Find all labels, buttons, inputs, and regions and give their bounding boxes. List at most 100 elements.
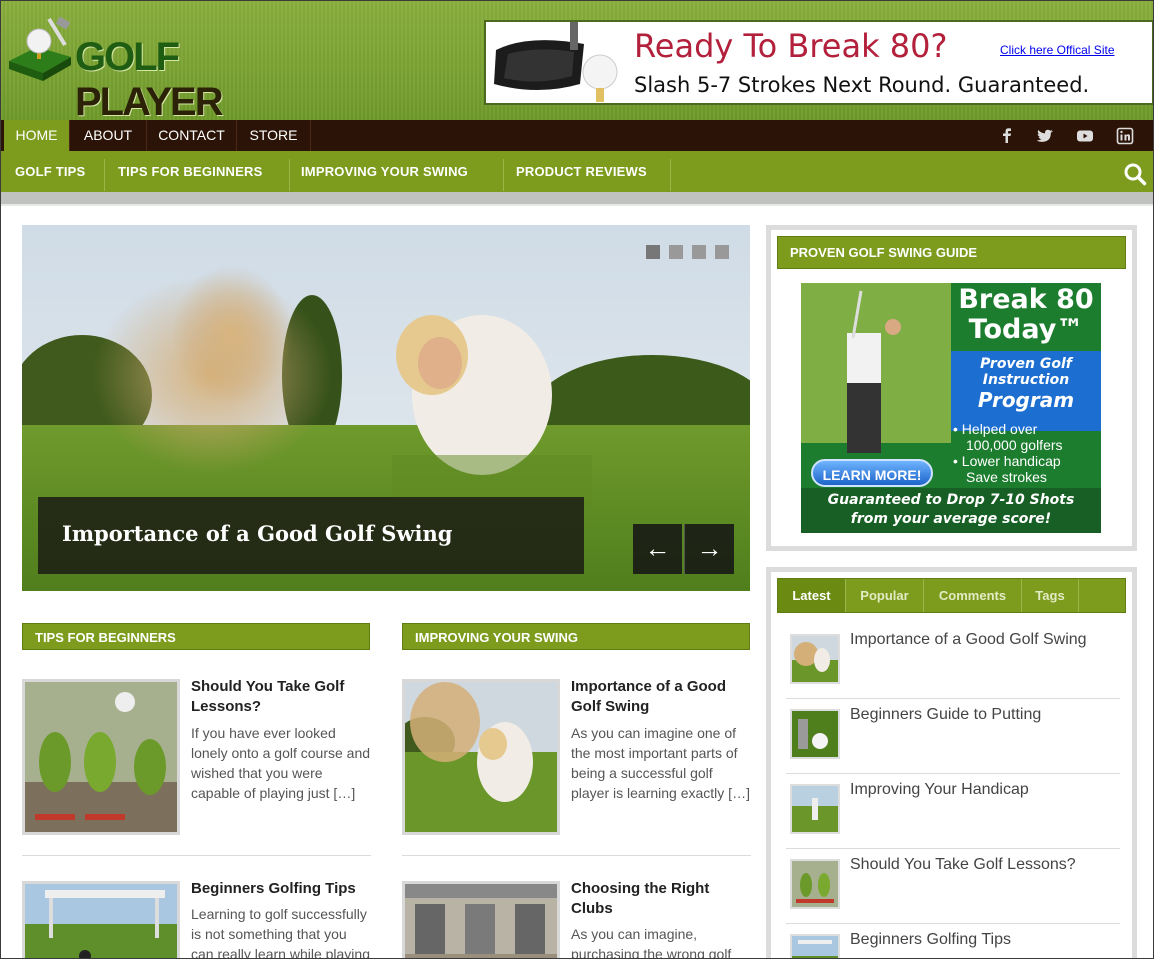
post-excerpt-golf-lessons: If you have ever looked lonely onto a go… [191,725,371,801]
latest-divider [786,773,1120,774]
catnav-tips-for-beginners[interactable]: TIPS FOR BEGINNERS [118,151,262,192]
frogs-golf-image [25,682,177,832]
widget-title-golf-swing-guide: PROVEN GOLF SWING GUIDE [777,236,1126,269]
latest-post-title-3[interactable]: Improving Your Handicap [850,781,1029,799]
catnav-divider [104,159,105,191]
break-80-ad[interactable]: Break 80 Today™ Proven Golf Instruction … [801,283,1101,533]
nav-item-home[interactable]: HOME [4,120,70,151]
catnav-divider [289,159,290,191]
post-title-golf-lessons[interactable]: Should You Take Golf Lessons? [191,677,371,717]
header-ad-banner[interactable]: Ready To Break 80? Slash 5-7 Strokes Nex… [484,20,1153,105]
latest-thumb-4[interactable] [790,859,840,909]
twitter-icon[interactable] [1035,126,1055,146]
latest-thumb-image [792,711,838,757]
slider-dot-3[interactable] [692,245,706,259]
latest-thumb-5[interactable] [790,934,840,958]
post-thumb-golf-lessons[interactable] [22,679,180,835]
slide-caption-title[interactable]: Importance of a Good Golf Swing [62,521,452,546]
post-thumb-right-clubs[interactable] [402,881,560,958]
linkedin-icon[interactable] [1115,126,1135,146]
latest-thumb-image [792,936,838,958]
logo-wordmark: GOLF PLAYER [75,35,327,125]
nav-item-contact[interactable]: CONTACT [147,120,237,151]
slider-dot-1[interactable] [646,245,660,259]
ad-guarantee-line1: Guaranteed to Drop 7-10 Shots [827,492,1075,508]
post-excerpt-right-clubs: As you can imagine, purchasing the wrong… [571,926,732,959]
ad-bullet-3: Save strokes [966,469,1047,485]
catnav-improving-your-swing[interactable]: IMPROVING YOUR SWING [301,151,468,192]
ad-guarantee-line2: from your average score! [850,511,1052,527]
logo-word-player: PLAYER [75,80,224,124]
ad-official-site-link[interactable]: Click here Offical Site [1000,43,1115,57]
post-title-beginners-tips[interactable]: Beginners Golfing Tips [191,879,371,899]
ad-subline: Slash 5-7 Strokes Next Round. Guaranteed… [634,73,1090,97]
latest-post-title-5[interactable]: Beginners Golfing Tips [850,931,1011,949]
tab-comments[interactable]: Comments [924,579,1022,612]
section-title-tips-for-beginners[interactable]: TIPS FOR BEGINNERS [22,623,370,650]
logo-word-golf: GOLF [75,35,180,79]
latest-post-title-4[interactable]: Should You Take Golf Lessons? [850,856,1076,874]
category-nav: GOLF TIPS TIPS FOR BEGINNERS IMPROVING Y… [1,151,1153,192]
tab-tags[interactable]: Tags [1022,579,1079,612]
latest-divider [786,848,1120,849]
catnav-golf-tips[interactable]: GOLF TIPS [15,151,85,192]
catnav-product-reviews[interactable]: PRODUCT REVIEWS [516,151,647,192]
latest-divider [786,923,1120,924]
featured-slider[interactable]: Importance of a Good Golf Swing ← → [22,225,750,591]
nav-item-store[interactable]: STORE [237,120,311,151]
ad-learn-more-button[interactable]: LEARN MORE! [811,459,933,487]
section-title-improving-your-swing[interactable]: IMPROVING YOUR SWING [402,623,750,650]
post-title-good-golf-swing[interactable]: Importance of a Good Golf Swing [571,677,751,717]
slider-next-arrow-icon[interactable]: → [684,524,734,574]
ad-headline: Ready To Break 80? [634,27,948,65]
latest-post-title-2[interactable]: Beginners Guide to Putting [850,706,1041,724]
ad-box-line3: Program [977,388,1075,412]
latest-thumb-3[interactable] [790,784,840,834]
latest-thumb-image [792,861,838,907]
post-excerpt-beginners-tips: Learning to golf successfully is not som… [191,906,370,959]
ad-bullets: • Helped over 100,000 golfers • Lower ha… [953,421,1099,485]
youtube-icon[interactable] [1075,126,1095,146]
slide-caption[interactable]: Importance of a Good Golf Swing [38,497,584,574]
ad-break80-heading: Break 80 Today™ [951,285,1101,345]
nav-item-about[interactable]: ABOUT [70,120,147,151]
golf-logo-icon [9,16,71,81]
ad-bullet-2: • Lower handicap [953,453,1061,469]
ad-program-box: Proven Golf Instruction Program [951,356,1101,412]
facebook-icon[interactable] [997,126,1017,146]
ad-line-today: Today™ [968,314,1084,345]
golfer-swing-image [405,682,557,832]
page-frame: GOLF PLAYER Ready To Break 80? Slash 5-7… [0,0,1154,959]
ad-bullet-1b: 100,000 golfers [966,437,1063,453]
ad-box-line2: Instruction [982,372,1070,388]
golf-cart-image [25,884,177,958]
sidebar-tabs: Latest Popular Comments Tags [777,578,1126,613]
slider-dot-2[interactable] [669,245,683,259]
tab-latest[interactable]: Latest [778,579,846,612]
post-divider [402,855,751,856]
post-divider [22,855,371,856]
search-icon[interactable] [1123,162,1147,186]
ad-bullet-1: • Helped over [953,421,1038,437]
latest-thumb-2[interactable] [790,709,840,759]
site-header: GOLF PLAYER Ready To Break 80? Slash 5-7… [1,1,1153,124]
post-thumb-beginners-tips[interactable] [22,881,180,958]
ad-guarantee: Guaranteed to Drop 7-10 Shots from your … [801,491,1101,529]
top-nav: HOME ABOUT CONTACT STORE [1,120,1153,151]
slider-prev-arrow-icon[interactable]: ← [633,524,682,574]
post-title-right-clubs[interactable]: Choosing the Right Clubs [571,879,751,919]
latest-divider [786,698,1120,699]
nav-shadow-bar [1,192,1153,206]
site-logo[interactable]: GOLF PLAYER [7,15,327,124]
latest-thumb-1[interactable] [790,634,840,684]
ad-line-break80: Break 80 [958,284,1094,315]
tab-popular[interactable]: Popular [846,579,924,612]
slider-dot-4[interactable] [715,245,729,259]
latest-post-title-1[interactable]: Importance of a Good Golf Swing [850,631,1087,649]
catnav-divider [503,159,504,191]
catnav-divider [670,159,671,191]
post-excerpt-good-golf-swing: As you can imagine one of the most impor… [571,725,750,801]
post-thumb-good-golf-swing[interactable] [402,679,560,835]
golf-store-image [405,884,557,958]
ad-box-line1: Proven Golf [980,356,1072,372]
